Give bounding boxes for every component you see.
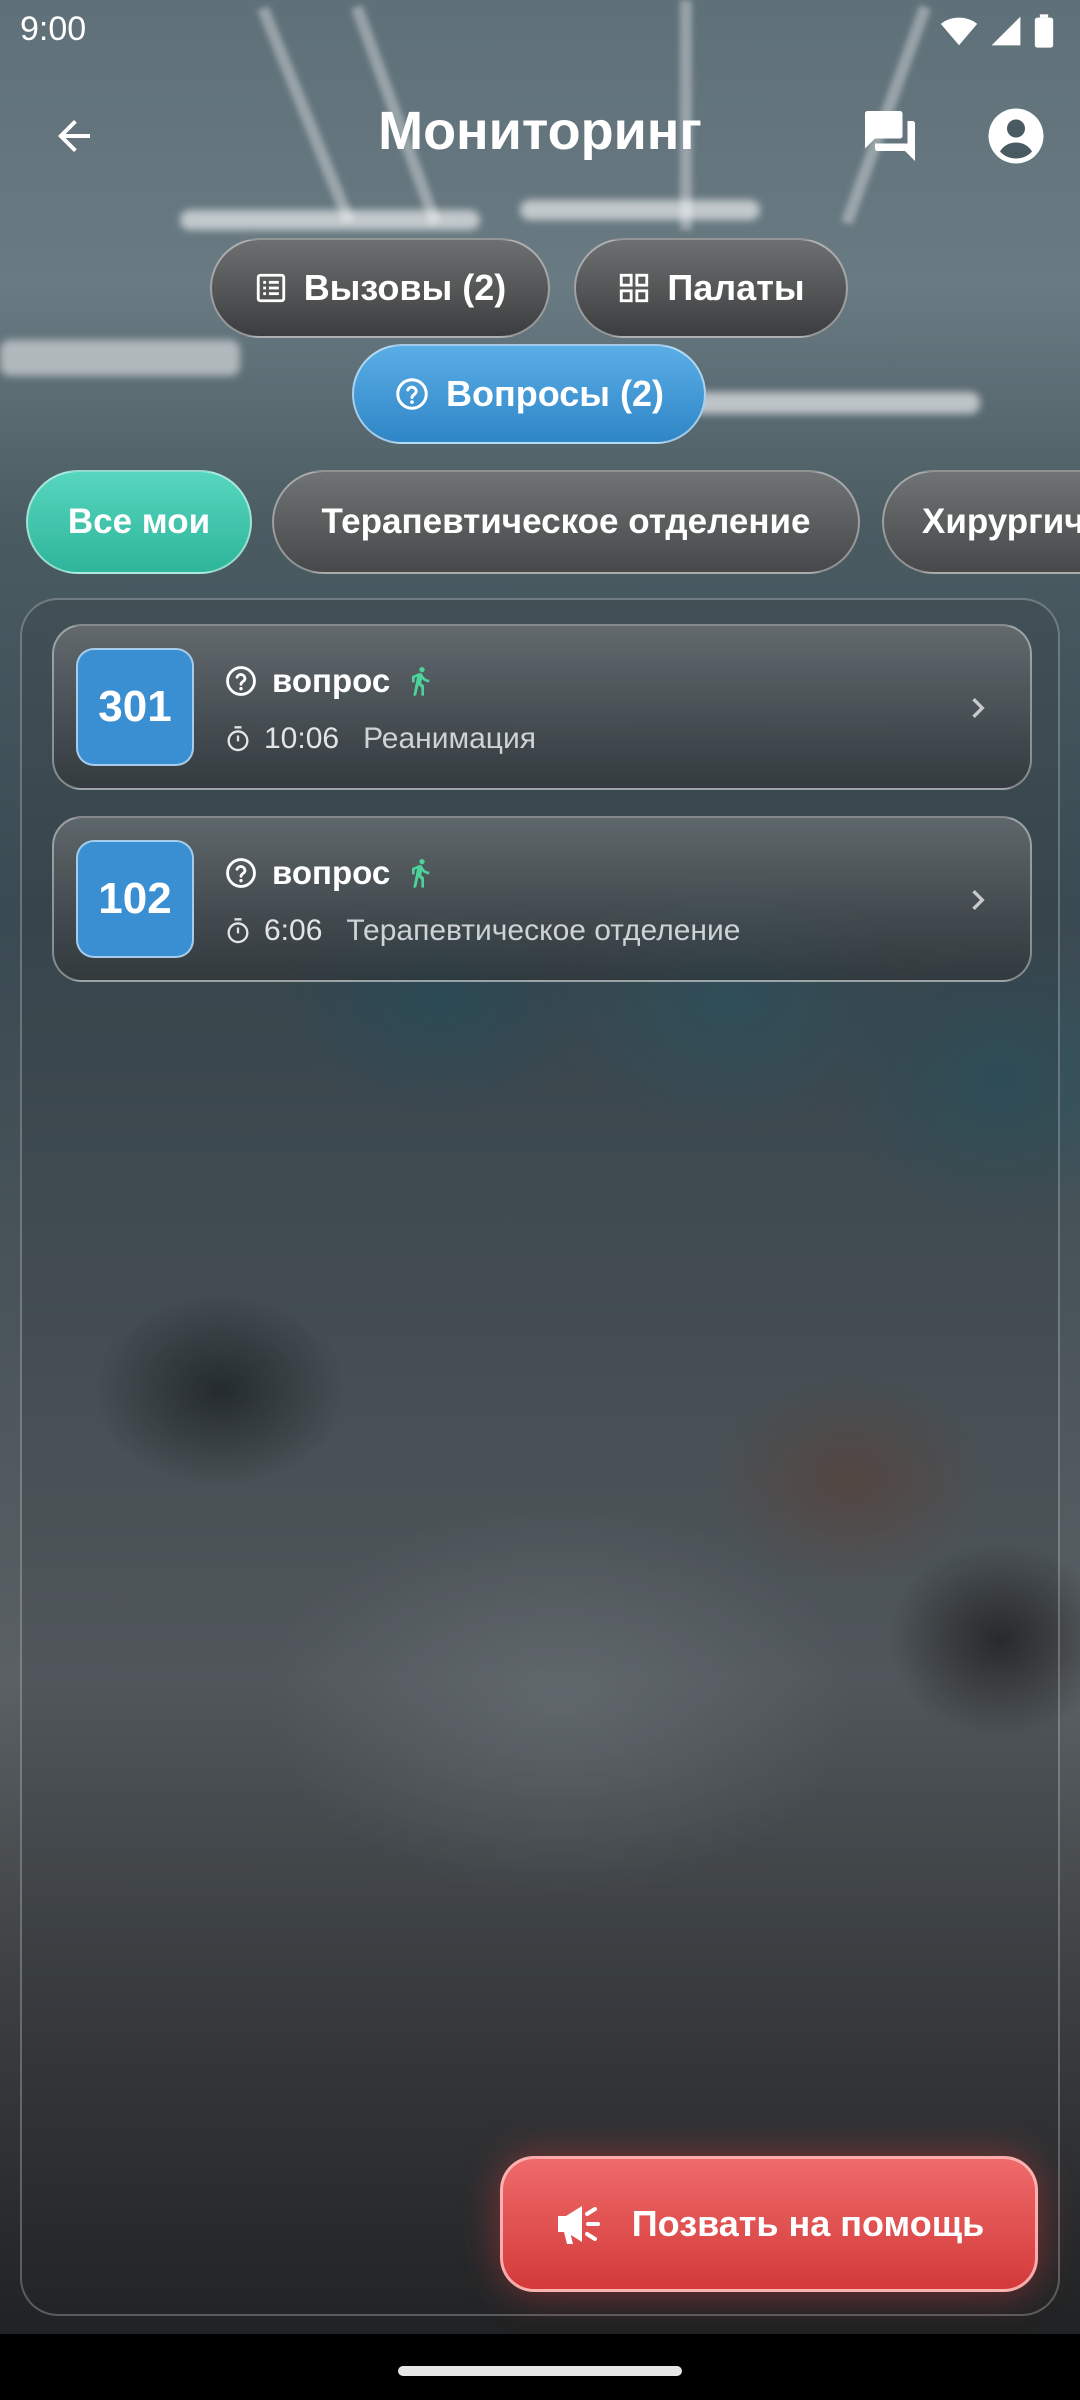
filter-chip-surgery[interactable]: Хирургич <box>882 470 1080 574</box>
filter-chip-all-mine[interactable]: Все мои <box>26 470 252 574</box>
tab-calls-label: Вызовы (2) <box>303 267 507 308</box>
status-bar: 9:00 <box>0 0 1080 64</box>
request-card[interactable]: 102 вопрос 6:06 Терапевтическое отделени… <box>52 816 1032 982</box>
filter-chip-therapy[interactable]: Терапевтическое отделение <box>272 470 860 574</box>
request-type: вопрос <box>272 854 391 891</box>
megaphone-icon <box>557 2206 600 2244</box>
cellular-icon <box>991 16 1021 46</box>
call-for-help-button[interactable]: Позвать на помощь <box>500 2156 1038 2292</box>
room-number-badge: 301 <box>76 648 194 766</box>
battery-icon <box>1034 14 1054 48</box>
tab-questions-label: Вопросы (2) <box>445 373 664 414</box>
system-icons <box>940 14 1054 48</box>
tab-wards-label: Палаты <box>667 267 805 308</box>
walking-person-icon <box>412 859 430 888</box>
request-time: 6:06 <box>264 914 323 947</box>
filter-chip-label: Все мои <box>67 502 211 541</box>
room-number-badge: 102 <box>76 840 194 958</box>
request-card[interactable]: 301 вопрос 10:06 Реанимация <box>52 624 1032 790</box>
chevron-right-icon <box>972 698 985 718</box>
timer-icon <box>227 918 249 944</box>
request-type: вопрос <box>272 662 391 699</box>
request-department: Терапевтическое отделение <box>346 914 741 947</box>
walking-person-icon <box>412 667 430 696</box>
tab-wards[interactable]: Палаты <box>574 238 848 338</box>
request-time: 10:06 <box>264 722 340 755</box>
question-circle-icon <box>226 858 256 888</box>
timer-icon <box>227 726 249 752</box>
chat-button[interactable] <box>850 96 930 176</box>
list-icon <box>256 273 285 303</box>
requests-panel: 301 вопрос 10:06 Реанимация 102 вопрос 6… <box>20 598 1060 2316</box>
tab-questions[interactable]: Вопросы (2) <box>352 344 706 444</box>
status-time: 9:00 <box>20 10 87 48</box>
filter-chip-label: Терапевтическое отделение <box>321 502 811 541</box>
chat-icon <box>865 111 915 161</box>
call-for-help-label: Позвать на помощь <box>631 2203 985 2244</box>
tab-calls[interactable]: Вызовы (2) <box>210 238 550 338</box>
chevron-right-icon <box>972 890 985 910</box>
grid-icon <box>620 273 649 303</box>
profile-button[interactable] <box>976 96 1056 176</box>
question-circle-icon <box>226 666 256 696</box>
request-department: Реанимация <box>363 722 536 755</box>
home-gesture-handle[interactable] <box>398 2366 682 2376</box>
filter-chip-label: Хирургич <box>922 502 1080 541</box>
wifi-icon <box>940 17 978 46</box>
question-circle-icon <box>396 378 428 410</box>
account-circle-icon <box>988 108 1044 164</box>
